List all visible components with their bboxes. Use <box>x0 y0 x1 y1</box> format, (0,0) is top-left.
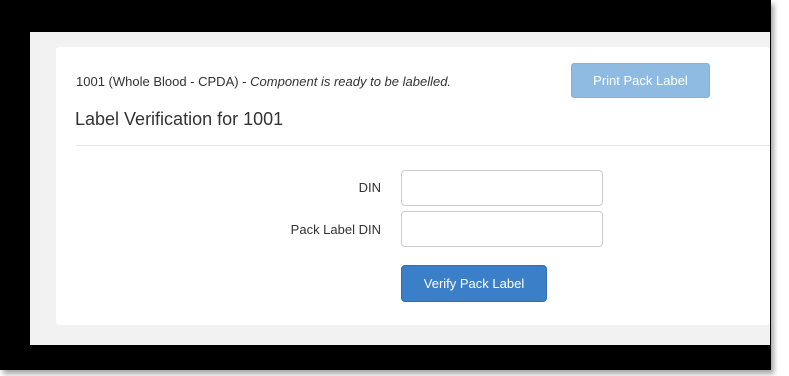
print-pack-label-button[interactable]: Print Pack Label <box>571 63 710 98</box>
component-status-line: 1001 (Whole Blood - CPDA) - Component is… <box>76 74 451 89</box>
pack-label-din-label: Pack Label DIN <box>290 222 381 237</box>
pack-label-din-input[interactable] <box>401 211 603 247</box>
din-label: DIN <box>358 180 381 195</box>
page-title: Label Verification for 1001 <box>75 109 284 129</box>
component-name: 1001 (Whole Blood - CPDA) - <box>76 74 247 89</box>
section-divider <box>76 145 770 146</box>
din-input[interactable] <box>401 170 603 206</box>
component-status-text: Component is ready to be labelled. <box>250 74 452 89</box>
verify-pack-label-button[interactable]: Verify Pack Label <box>401 265 547 302</box>
